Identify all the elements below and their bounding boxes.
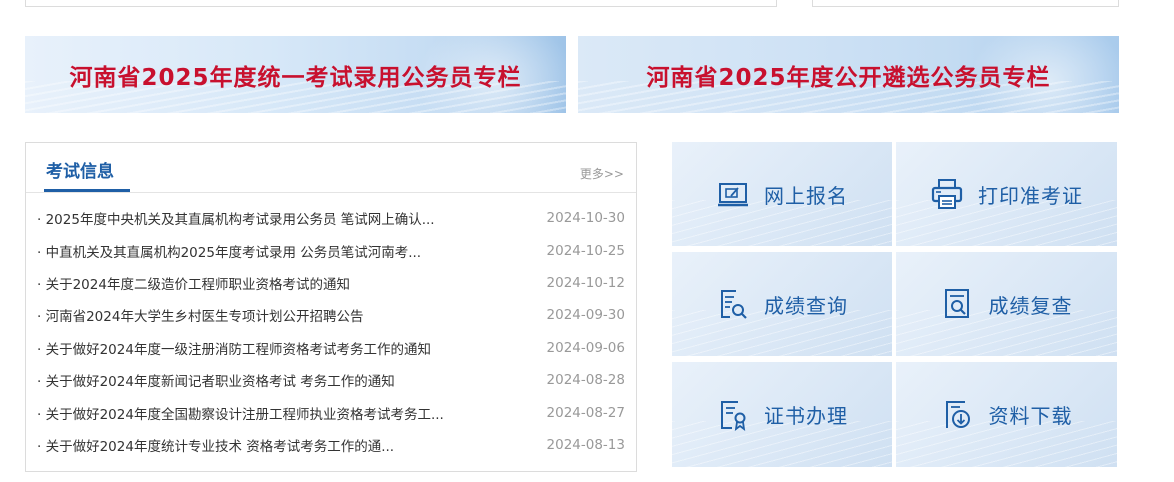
printer-icon [931, 179, 963, 209]
service-label: 成绩复查 [988, 293, 1073, 318]
exam-info-title: 考试信息 [46, 162, 114, 182]
news-item-title[interactable]: · 关于做好2024年度全国勘察设计注册工程师执业资格考试考务工... [37, 403, 444, 423]
news-item-title[interactable]: · 关于做好2024年度新闻记者职业资格考试 考务工作的通知 [37, 370, 395, 390]
news-item[interactable]: · 关于做好2024年度一级注册消防工程师资格考试考务工作的通知 2024-09… [26, 332, 636, 364]
online-registration-button[interactable]: 网上报名 [672, 142, 892, 246]
exam-recruitment-banner[interactable]: 河南省2025年度统一考试录用公务员专栏 [25, 36, 566, 113]
news-item-date: 2024-10-12 [546, 274, 625, 291]
news-item[interactable]: · 中直机关及其直属机构2025年度考试录用 公务员笔试河南考... 2024-… [26, 234, 636, 266]
download-button[interactable]: 资料下载 [896, 362, 1117, 467]
title-underline [44, 189, 130, 192]
score-review-button[interactable]: 成绩复查 [896, 252, 1117, 356]
banner-title: 河南省2025年度统一考试录用公务员专栏 [69, 64, 522, 91]
print-admission-button[interactable]: 打印准考证 [896, 142, 1117, 246]
score-query-icon [721, 290, 747, 319]
news-item[interactable]: · 关于2024年度二级造价工程师职业资格考试的通知 2024-10-12 [26, 267, 636, 299]
news-item-title[interactable]: · 2025年度中央机关及其直属机构考试录用公务员 笔试网上确认... [37, 208, 435, 228]
news-list: · 2025年度中央机关及其直属机构考试录用公务员 笔试网上确认... 2024… [26, 202, 636, 461]
news-item-date: 2024-10-30 [546, 210, 625, 227]
service-label: 证书办理 [764, 404, 848, 428]
news-item-title[interactable]: · 关于做好2024年度统计专业技术 资格考试考务工作的通... [37, 435, 394, 455]
service-grid: 网上报名 打印准考证 成绩查询 成绩复查 证书办理 资料下载 [672, 142, 1117, 467]
exam-info-header: 考试信息 更多>> [26, 143, 636, 193]
certificate-icon [721, 400, 746, 431]
online-registration-icon [718, 183, 748, 207]
download-icon [945, 400, 970, 428]
news-item-date: 2024-08-27 [546, 404, 625, 421]
news-item[interactable]: · 关于做好2024年度全国勘察设计注册工程师执业资格考试考务工... 2024… [26, 396, 636, 428]
top-right-panel-edge [812, 0, 1119, 7]
news-item[interactable]: · 关于做好2024年度新闻记者职业资格考试 考务工作的通知 2024-08-2… [26, 364, 636, 396]
news-item-title[interactable]: · 河南省2024年大学生乡村医生专项计划公开招聘公告 [37, 305, 363, 325]
service-label: 成绩查询 [764, 293, 848, 318]
score-query-button[interactable]: 成绩查询 [672, 252, 892, 356]
selection-banner[interactable]: 河南省2025年度公开遴选公务员专栏 [578, 36, 1119, 113]
certificate-button[interactable]: 证书办理 [672, 362, 892, 467]
news-item-date: 2024-10-25 [546, 242, 625, 259]
news-item-title[interactable]: · 关于做好2024年度一级注册消防工程师资格考试考务工作的通知 [37, 338, 431, 358]
service-label: 资料下载 [988, 404, 1073, 428]
news-item-title[interactable]: · 中直机关及其直属机构2025年度考试录用 公务员笔试河南考... [37, 241, 421, 261]
top-left-panel-edge [25, 0, 777, 7]
news-item-date: 2024-08-28 [546, 372, 625, 389]
news-item[interactable]: · 关于做好2024年度统计专业技术 资格考试考务工作的通... 2024-08… [26, 429, 636, 461]
score-review-icon [944, 289, 969, 318]
news-item-title[interactable]: · 关于2024年度二级造价工程师职业资格考试的通知 [37, 273, 350, 293]
service-label: 网上报名 [764, 183, 848, 208]
news-item[interactable]: · 河南省2024年大学生乡村医生专项计划公开招聘公告 2024-09-30 [26, 299, 636, 331]
news-item-date: 2024-08-13 [546, 436, 625, 453]
service-label: 打印准考证 [978, 183, 1083, 208]
news-item[interactable]: · 2025年度中央机关及其直属机构考试录用公务员 笔试网上确认... 2024… [26, 202, 636, 234]
more-link[interactable]: 更多>> [580, 165, 624, 182]
news-item-date: 2024-09-06 [546, 339, 625, 356]
exam-info-panel: 考试信息 更多>> · 2025年度中央机关及其直属机构考试录用公务员 笔试网上… [25, 142, 637, 472]
banner-title: 河南省2025年度公开遴选公务员专栏 [646, 64, 1051, 91]
news-item-date: 2024-09-30 [546, 307, 625, 324]
